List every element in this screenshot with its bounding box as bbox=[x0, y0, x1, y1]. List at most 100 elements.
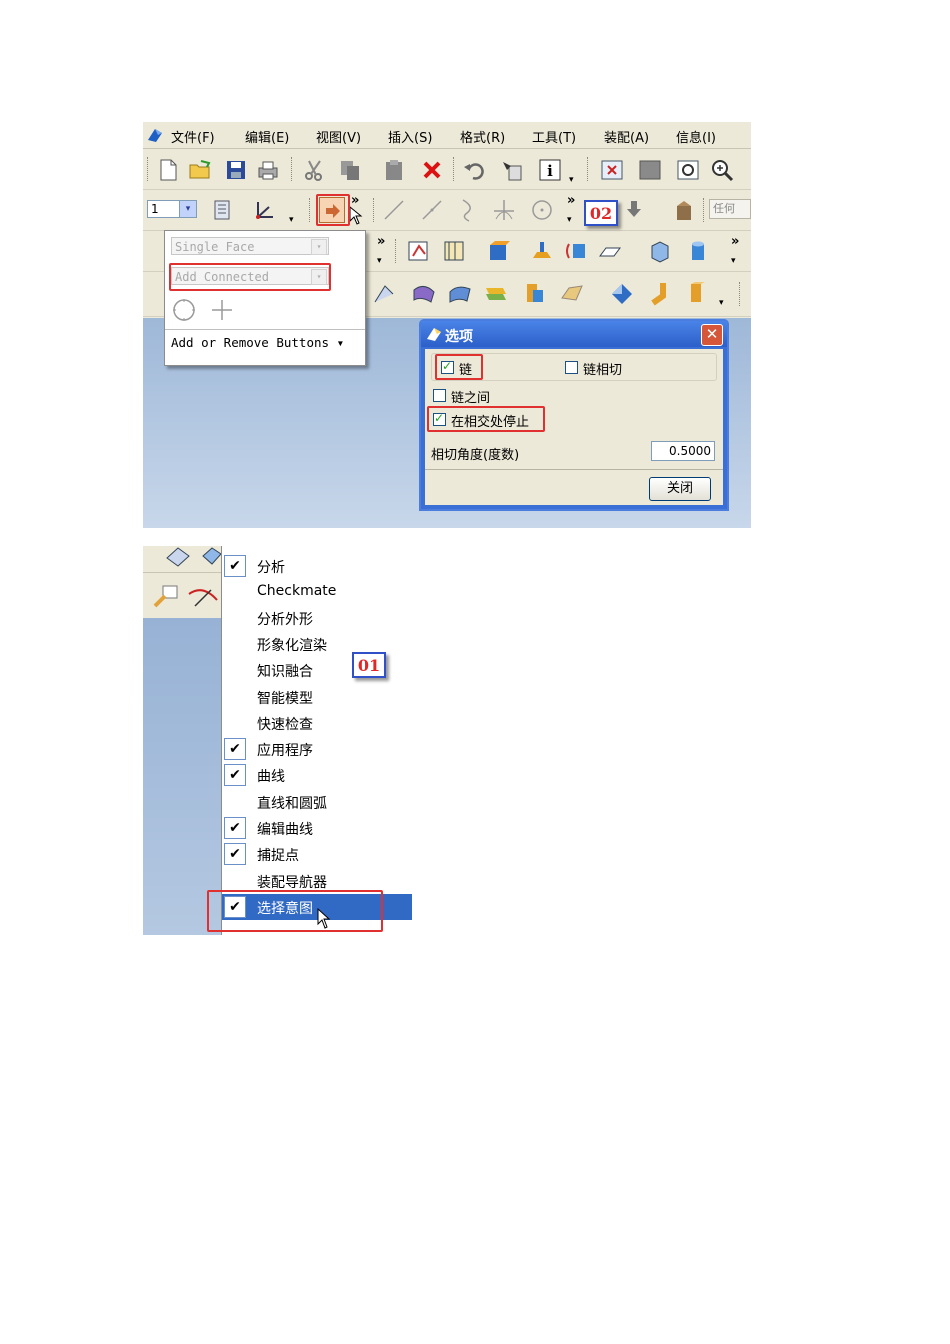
toolbar-grip[interactable] bbox=[309, 198, 313, 222]
layer-dropdown-icon[interactable]: ▾ bbox=[179, 200, 197, 218]
divider bbox=[165, 329, 365, 330]
revolve-icon[interactable] bbox=[671, 197, 697, 223]
menu-format[interactable]: 格式(R) bbox=[460, 127, 505, 146]
ruled-surface-icon[interactable] bbox=[371, 280, 397, 306]
datum-plane-icon[interactable] bbox=[441, 238, 467, 264]
toolbar-overflow-icon[interactable]: » bbox=[377, 235, 385, 248]
selection-toolbar: 1 ▾ ▾ » » ▾ 任何 bbox=[143, 190, 751, 231]
open-folder-icon[interactable] bbox=[187, 157, 213, 183]
n-sided-surface-icon[interactable] bbox=[609, 280, 635, 306]
new-file-icon[interactable] bbox=[155, 157, 181, 183]
menu-tools[interactable]: 工具(T) bbox=[532, 127, 576, 146]
menu-information[interactable]: 信息(I) bbox=[676, 127, 716, 146]
bridge-icon[interactable] bbox=[559, 280, 585, 306]
object-properties-icon[interactable] bbox=[499, 157, 525, 183]
menu-item[interactable]: 分析外形 bbox=[222, 605, 412, 631]
menu-item[interactable]: ✔ 分析 bbox=[222, 553, 412, 579]
swept-icon[interactable] bbox=[483, 280, 509, 306]
print-icon[interactable] bbox=[255, 157, 281, 183]
surface-icon[interactable] bbox=[165, 546, 191, 568]
toolbar-overflow-icon[interactable]: » bbox=[351, 194, 359, 207]
toolbar-overflow-icon[interactable]: » bbox=[731, 235, 739, 248]
extension-icon[interactable] bbox=[647, 280, 673, 306]
dropdown-arrow-icon[interactable]: ▾ bbox=[567, 215, 572, 225]
close-icon[interactable]: ✕ bbox=[701, 324, 723, 346]
toolbar-grip[interactable] bbox=[373, 198, 377, 222]
between-checkbox[interactable] bbox=[433, 389, 446, 402]
pocket-icon[interactable] bbox=[597, 238, 623, 264]
curve-edit-icon[interactable] bbox=[187, 582, 219, 610]
section-icon[interactable] bbox=[521, 280, 547, 306]
toolbar-grip[interactable] bbox=[703, 198, 707, 222]
zoom-window-icon[interactable] bbox=[675, 157, 701, 183]
nx-screenshot-toolbar-menu: ✔ 分析 Checkmate 分析外形 形象化渲染 知识融合 智能模型 快速检查 ✔ 应用程序 ✔ 曲… bbox=[143, 546, 412, 935]
fit-view-icon[interactable] bbox=[599, 157, 625, 183]
delete-icon[interactable] bbox=[419, 157, 445, 183]
menu-item[interactable]: 直线和圆弧 bbox=[222, 789, 412, 815]
nx-screenshot-toolbar: 文件(F) 编辑(E) 视图(V) 插入(S) 格式(R) 工具(T) 装配(A… bbox=[143, 122, 751, 528]
through-curves-icon[interactable] bbox=[411, 280, 437, 306]
dropdown-arrow-icon[interactable]: ▾ bbox=[731, 256, 736, 266]
menu-item[interactable]: 智能模型 bbox=[222, 684, 412, 710]
undo-icon[interactable] bbox=[461, 157, 487, 183]
toolbar-grip[interactable] bbox=[395, 239, 399, 263]
arc-icon[interactable] bbox=[455, 197, 481, 223]
menu-insert[interactable]: 插入(S) bbox=[388, 127, 432, 146]
follow-fillet-icon[interactable] bbox=[209, 297, 235, 323]
through-curve-mesh-icon[interactable] bbox=[447, 280, 473, 306]
add-remove-buttons-menu[interactable]: Add or Remove Buttons ▾ bbox=[171, 335, 344, 350]
save-icon[interactable] bbox=[223, 157, 249, 183]
cut-icon[interactable] bbox=[301, 157, 327, 183]
menu-item[interactable]: ✔ 编辑曲线 bbox=[222, 815, 412, 841]
line-icon[interactable] bbox=[381, 197, 407, 223]
dropdown-arrow-icon[interactable]: ▾ bbox=[719, 298, 724, 308]
point-icon[interactable] bbox=[491, 197, 517, 223]
selection-intent-popup: Single Face ▾ Add Connected ▾ Add or Rem… bbox=[164, 230, 366, 366]
toolbar-grip[interactable] bbox=[587, 157, 591, 181]
offset-surface-icon[interactable] bbox=[683, 280, 709, 306]
chain-tangent-checkbox[interactable] bbox=[565, 361, 578, 374]
cylinder-icon[interactable] bbox=[685, 238, 711, 264]
shaded-view-icon[interactable] bbox=[637, 157, 663, 183]
menu-item[interactable]: ✔ 捕捉点 bbox=[222, 841, 412, 867]
menu-item[interactable]: Checkmate bbox=[222, 579, 412, 605]
app-logo-icon bbox=[425, 325, 443, 343]
dropdown-arrow-icon[interactable]: ▾ bbox=[289, 215, 294, 225]
dropdown-arrow-icon[interactable]: ▾ bbox=[377, 256, 382, 266]
toolbar-grip[interactable] bbox=[291, 157, 295, 181]
line-points-icon[interactable] bbox=[419, 197, 445, 223]
stop-at-intersection-icon[interactable] bbox=[171, 297, 197, 323]
menu-item[interactable]: ✔ 应用程序 bbox=[222, 736, 412, 762]
close-button[interactable]: 关闭 bbox=[649, 477, 711, 501]
menu-item[interactable]: ✔ 曲线 bbox=[222, 762, 412, 788]
wrench-icon[interactable] bbox=[151, 582, 181, 610]
menu-assembly[interactable]: 装配(A) bbox=[604, 127, 649, 146]
menu-view[interactable]: 视图(V) bbox=[316, 127, 361, 146]
toolbar-grip[interactable] bbox=[453, 157, 457, 181]
menu-file[interactable]: 文件(F) bbox=[171, 127, 215, 146]
sketch-icon[interactable] bbox=[405, 238, 431, 264]
boss-icon[interactable] bbox=[563, 238, 589, 264]
menu-item[interactable]: 快速检查 bbox=[222, 710, 412, 736]
dropdown-arrow-icon[interactable]: ▾ bbox=[569, 175, 574, 185]
toolbar-grip[interactable] bbox=[147, 157, 151, 181]
zoom-in-icon[interactable] bbox=[709, 157, 735, 183]
type-filter-select[interactable]: 任何 bbox=[709, 199, 751, 219]
hole-icon[interactable] bbox=[529, 238, 555, 264]
copy-icon[interactable] bbox=[337, 157, 363, 183]
information-icon[interactable]: i bbox=[537, 157, 563, 183]
layer-settings-icon[interactable] bbox=[209, 197, 235, 223]
extrude-icon[interactable] bbox=[621, 197, 647, 223]
tangent-angle-input[interactable]: 0.5000 bbox=[651, 441, 715, 461]
between-label: 链之间 bbox=[451, 391, 491, 406]
menu-edit[interactable]: 编辑(E) bbox=[245, 127, 289, 146]
circle-icon[interactable] bbox=[529, 197, 555, 223]
wcs-icon[interactable] bbox=[251, 197, 277, 223]
shell-icon[interactable] bbox=[647, 238, 673, 264]
toolbar-grip[interactable] bbox=[739, 282, 743, 306]
toolbar-overflow-icon[interactable]: » bbox=[567, 194, 575, 207]
block-icon[interactable] bbox=[485, 238, 511, 264]
solid-icon[interactable] bbox=[201, 546, 223, 568]
dialog-titlebar[interactable]: 选项 ✕ bbox=[421, 321, 727, 347]
paste-icon[interactable] bbox=[381, 157, 407, 183]
